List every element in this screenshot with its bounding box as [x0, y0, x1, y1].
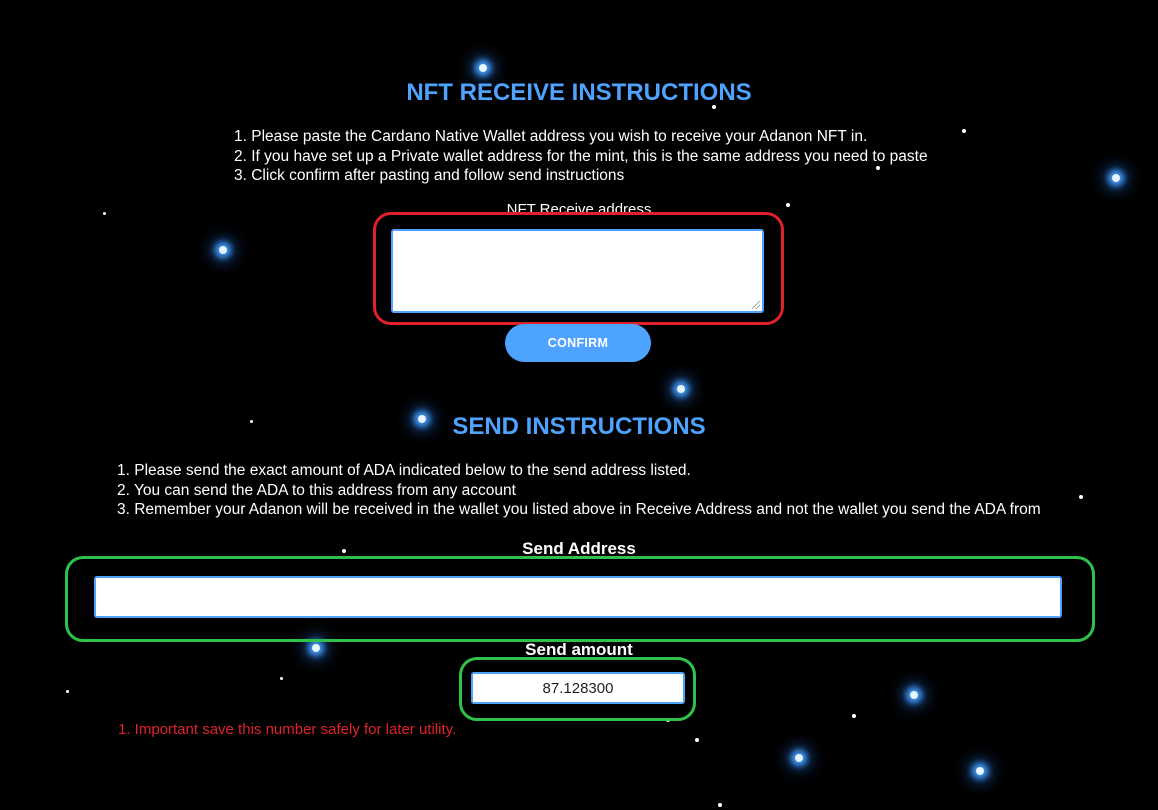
receive-instruction-2: 2. If you have set up a Private wallet a…	[234, 147, 928, 165]
send-instruction-2: 2. You can send the ADA to this address …	[117, 481, 516, 499]
page: NFT RECEIVE INSTRUCTIONS 1. Please paste…	[0, 0, 1158, 810]
send-instructions: 1. Please send the exact amount of ADA i…	[117, 461, 1041, 520]
receive-instructions: 1. Please paste the Cardano Native Walle…	[234, 127, 928, 186]
save-number-warning: 1. Important save this number safely for…	[118, 721, 457, 738]
star	[677, 385, 685, 393]
send-amount-value: 87.128300	[542, 679, 614, 697]
send-heading: SEND INSTRUCTIONS	[452, 413, 706, 440]
star	[795, 754, 803, 762]
star	[1112, 174, 1120, 182]
receive-instruction-1: 1. Please paste the Cardano Native Walle…	[234, 128, 868, 145]
star	[718, 803, 722, 807]
star	[976, 767, 984, 775]
receive-instruction-3: 3. Click confirm after pasting and follo…	[234, 167, 625, 184]
send-address-field[interactable]	[94, 576, 1062, 618]
star	[219, 246, 227, 254]
confirm-button[interactable]: CONFIRM	[505, 324, 651, 362]
star	[479, 64, 487, 72]
star	[910, 691, 918, 699]
star	[852, 714, 856, 718]
send-amount-field[interactable]: 87.128300	[471, 672, 685, 704]
star	[66, 690, 69, 693]
star	[1079, 495, 1083, 499]
nft-receive-address-input[interactable]	[391, 229, 764, 313]
resize-grip-icon[interactable]	[752, 301, 760, 309]
star	[962, 129, 966, 133]
star	[695, 738, 699, 742]
send-instruction-1: 1. Please send the exact amount of ADA i…	[117, 462, 691, 479]
send-instruction-3: 3. Remember your Adanon will be received…	[117, 501, 1041, 518]
star	[280, 677, 283, 680]
receive-heading: NFT RECEIVE INSTRUCTIONS	[406, 79, 752, 106]
